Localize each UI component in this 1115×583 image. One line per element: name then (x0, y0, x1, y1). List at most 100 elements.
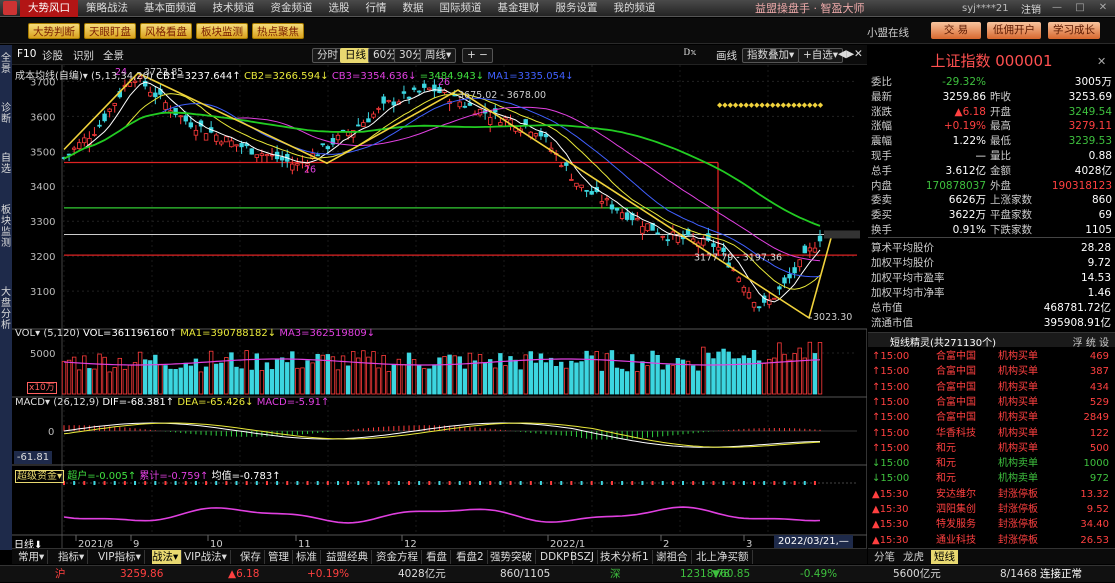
nav-item-1[interactable]: 策略战法 (78, 0, 136, 17)
candle-body (376, 107, 381, 110)
short-elf-row[interactable]: ↓15:00 和元 机构卖单 972 (868, 471, 1115, 487)
maximize-icon[interactable]: □ (1069, 1, 1091, 15)
btn-sky-eye[interactable]: 天眼盯盘 (84, 23, 136, 39)
open-account-button[interactable]: 低佣开户 (987, 22, 1041, 39)
tab-ticks[interactable]: 分笔 (874, 550, 895, 564)
stat-value: 395908.91亿 (1043, 317, 1111, 329)
tabstrip-item-11[interactable]: 看盘2 (456, 550, 488, 564)
btn-market-judge[interactable]: 大势判断 (28, 23, 80, 39)
btn-sector-monitor[interactable]: 板块监测 (196, 23, 248, 39)
trade-button[interactable]: 交 易 (931, 22, 981, 39)
minimize-icon[interactable]: — (1046, 1, 1068, 15)
period-daily[interactable]: 日线 (340, 48, 371, 63)
tabstrip-item-0[interactable]: 常用▾ (18, 550, 49, 564)
volume-bar (482, 362, 488, 395)
tabstrip-item-6[interactable]: 管理 (268, 550, 293, 564)
recognize-button[interactable]: 识别 (73, 48, 94, 63)
short-elf-row[interactable]: ↑15:00 合富中国 机构买单 469 (868, 349, 1115, 365)
tabstrip-item-3[interactable]: 战法▾ (152, 550, 183, 564)
tabstrip-item-8[interactable]: 益盟经典 (326, 550, 372, 564)
vol-indicator-name[interactable]: VOL▾ (15, 328, 40, 339)
macd-indicator-name[interactable]: MACD▾ (15, 397, 50, 408)
volume-bar (117, 357, 123, 395)
short-elf-row[interactable]: ↑15:00 合富中国 机构买单 387 (868, 364, 1115, 380)
sidebar-item-market-analysis[interactable]: 大盘分析 (0, 287, 12, 347)
quote-value: 3622万 (948, 209, 986, 222)
chart-close-icon[interactable]: ✕ (854, 48, 863, 60)
panorama-button[interactable]: 全景 (103, 48, 124, 63)
sidebar-item-sector-monitor[interactable]: 板块监测 (0, 205, 12, 265)
volume-bar (630, 354, 635, 395)
prev-next-icon[interactable]: ◀▶ (838, 48, 854, 60)
tabstrip-item-1[interactable]: 指标▾ (58, 550, 89, 564)
short-elf-row[interactable]: ↑15:00 合富中国 机构买单 434 (868, 380, 1115, 396)
tabstrip-item-12[interactable]: 强势突破 (490, 550, 536, 564)
short-elf-row[interactable]: ▲15:30 特发服务 封涨停板 34.40 (868, 517, 1115, 533)
learning-button[interactable]: 学习成长 (1048, 22, 1100, 39)
tabstrip-item-16[interactable]: 谢祖合 (656, 550, 692, 564)
candle-body (112, 102, 117, 106)
short-elf-row[interactable]: ↑15:00 合富中国 机构买单 529 (868, 395, 1115, 411)
tabstrip-item-17[interactable]: 北上净买额 (696, 550, 753, 564)
tabstrip-item-13[interactable]: DDKP (540, 550, 574, 564)
nav-item-8[interactable]: 国际频道 (432, 0, 490, 17)
nav-item-2[interactable]: 基本面频道 (136, 0, 205, 17)
btn-style-view[interactable]: 风格看盘 (140, 23, 192, 39)
nav-item-10[interactable]: 服务设置 (548, 0, 606, 17)
period-intraday[interactable]: 分时 (312, 48, 343, 63)
fund-indicator-name[interactable]: 超级资金▾ (15, 470, 65, 483)
short-elf-row[interactable]: ▲15:30 通业科技 封涨停板 26.53 (868, 533, 1115, 549)
candle-body (584, 189, 589, 192)
short-elf-row[interactable]: ↓15:00 和元 机构卖单 1000 (868, 456, 1115, 472)
tabstrip-item-4[interactable]: VIP战法▾ (184, 550, 231, 564)
draw-line-button[interactable]: 画线 (716, 48, 737, 63)
nav-item-4[interactable]: 资金频道 (263, 0, 321, 17)
sidebar-item-panorama[interactable]: 全景 (0, 53, 12, 89)
volume-bar (82, 355, 87, 395)
nav-item-0[interactable]: 大势风口 (20, 0, 78, 17)
fund-tick-mark (448, 481, 451, 485)
short-elf-row[interactable]: ↑15:00 和元 机构买单 500 (868, 441, 1115, 457)
nav-item-6[interactable]: 行情 (358, 0, 395, 17)
sidebar-item-diagnose[interactable]: 诊断 (0, 103, 12, 139)
tab-short-line[interactable]: 短线 (931, 550, 958, 564)
close-quote-icon[interactable]: ✕ (1097, 55, 1106, 68)
nav-item-11[interactable]: 我的频道 (606, 0, 664, 17)
short-elf-tools[interactable]: 浮 统 设 (1073, 334, 1109, 349)
short-elf-row[interactable]: ↑15:00 合富中国 机构买单 2849 (868, 410, 1115, 426)
logout-link[interactable]: 注销 (1021, 1, 1041, 16)
tabstrip-item-2[interactable]: VIP指标▾ (98, 550, 145, 564)
tabstrip-item-7[interactable]: 标准 (296, 550, 321, 564)
tabstrip-item-9[interactable]: 资金方程 (376, 550, 422, 564)
online-assistant[interactable]: 小盟在线 (867, 25, 909, 40)
btn-hotspot[interactable]: 热点聚焦 (252, 23, 304, 39)
user-name[interactable]: syj****21 (962, 3, 1009, 14)
tabstrip-item-10[interactable]: 看盘 (426, 550, 451, 564)
index-overlay-dropdown[interactable]: 指数叠加▾ (742, 48, 800, 63)
short-elf-value: 122 (1089, 427, 1109, 439)
zoom-buttons[interactable]: + − (462, 48, 493, 63)
nav-item-3[interactable]: 技术频道 (205, 0, 263, 17)
short-elf-row[interactable]: ▲15:30 安达维尔 封涨停板 13.32 (868, 487, 1115, 503)
period-weekly[interactable]: 周线▾ (420, 48, 457, 63)
tabstrip-item-5[interactable]: 保存 (240, 550, 265, 564)
nav-item-5[interactable]: 选股 (321, 0, 358, 17)
volume-bar (503, 365, 508, 395)
nav-item-9[interactable]: 基金理财 (490, 0, 548, 17)
nav-item-7[interactable]: 数据 (395, 0, 432, 17)
tabstrip-item-14[interactable]: BSZJ (570, 550, 598, 564)
short-elf-row[interactable]: ↑15:00 华香科技 机构买单 122 (868, 426, 1115, 442)
quote-row: 涨幅 +0.19% 最高 3279.11 (868, 119, 1115, 133)
ddx-button[interactable]: 𝔻𝕩 (683, 48, 696, 58)
diagnose-button[interactable]: 诊股 (42, 48, 63, 63)
volume-bar (701, 346, 706, 395)
add-watchlist-dropdown[interactable]: +自选▾ (798, 48, 844, 63)
short-elf-time: ↓15:00 (872, 473, 910, 485)
close-icon[interactable]: ✕ (1092, 1, 1114, 15)
price-indicator-name[interactable]: 成本均线(自编)▾ (15, 71, 88, 81)
tabstrip-item-15[interactable]: 技术分析1 (600, 550, 653, 564)
f10-button[interactable]: F10 (17, 48, 36, 60)
sidebar-item-watchlist[interactable]: 自选 (0, 153, 12, 189)
tab-dragon-tiger[interactable]: 龙虎 (903, 550, 924, 564)
short-elf-row[interactable]: ▲15:30 泗阳集创 封涨停板 9.52 (868, 502, 1115, 518)
